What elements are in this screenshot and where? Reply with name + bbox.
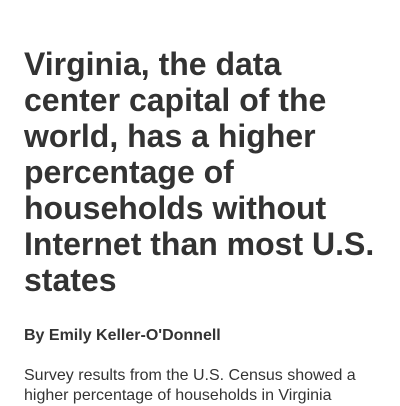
article-summary: Survey results from the U.S. Census show… (24, 367, 356, 404)
article: Virginia, the data center capital of the… (24, 46, 384, 406)
article-headline: Virginia, the data center capital of the… (24, 46, 375, 298)
article-byline: By Emily Keller-O'Donnell (24, 327, 221, 344)
